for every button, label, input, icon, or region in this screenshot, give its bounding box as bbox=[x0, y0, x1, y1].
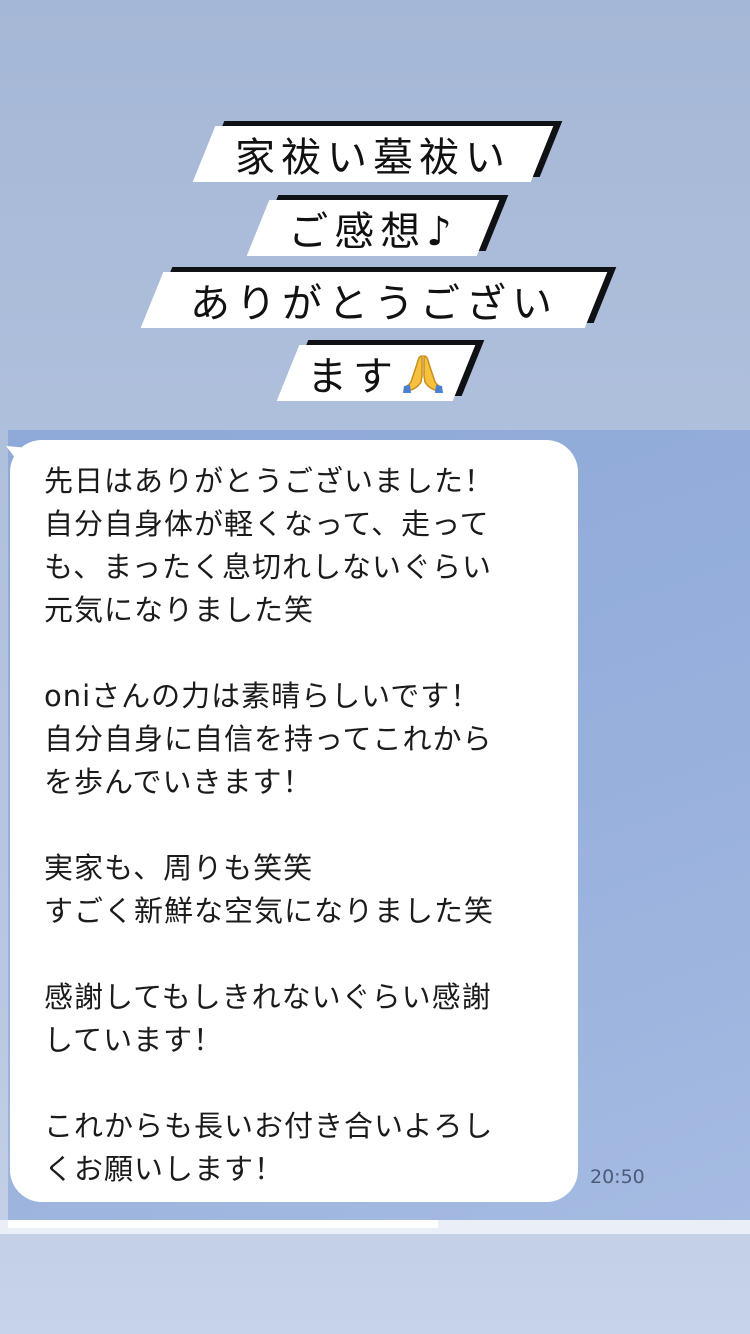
caption-text-4: ます bbox=[307, 354, 399, 400]
chat-input-strip bbox=[0, 1220, 750, 1234]
message-line: これからも長いお付き合いよろし bbox=[44, 1109, 494, 1143]
message-line: 自分自身に自信を持ってこれから bbox=[44, 722, 493, 756]
story-caption: 家祓い墓祓い ご感想♪ ありがとうござい ます bbox=[0, 0, 750, 420]
message-line: 元気になりました笑 bbox=[44, 593, 315, 627]
message-line: oniさんの力は素晴らしいです！ bbox=[44, 679, 481, 713]
folded-hands-icon bbox=[401, 352, 445, 394]
message-line: を歩んでいきます！ bbox=[44, 765, 313, 799]
caption-line-4: ます bbox=[276, 340, 485, 401]
caption-text-1: 家祓い墓祓い bbox=[235, 135, 511, 181]
message-line: しています！ bbox=[44, 1023, 224, 1057]
message-line: すごく新鮮な空気になりました笑 bbox=[44, 894, 495, 928]
caption-text-3: ありがとうござい bbox=[190, 281, 558, 327]
message-line: も、まったく息切れしないぐらい bbox=[44, 550, 492, 584]
caption-line-3: ありがとうござい bbox=[140, 267, 617, 328]
caption-line-4-content: ます bbox=[288, 345, 464, 401]
caption-text-2: ご感想♪ bbox=[288, 209, 458, 255]
caption-line-2: ご感想♪ bbox=[246, 195, 509, 256]
message-line: 先日はありがとうございました！ bbox=[44, 464, 495, 498]
message-line: 感謝してもしきれないぐらい感謝 bbox=[44, 980, 492, 1014]
message-line: くお願いします！ bbox=[44, 1152, 285, 1186]
received-message-bubble[interactable]: 先日はありがとうございました！ 自分自身体が軽くなって、走って も、まったく息切… bbox=[10, 440, 578, 1202]
message-line: 自分自身体が軽くなって、走って bbox=[44, 507, 490, 541]
caption-line-1: 家祓い墓祓い bbox=[192, 121, 563, 182]
message-line: 実家も、周りも笑笑 bbox=[44, 851, 314, 885]
message-timestamp: 20:50 bbox=[590, 1166, 645, 1188]
